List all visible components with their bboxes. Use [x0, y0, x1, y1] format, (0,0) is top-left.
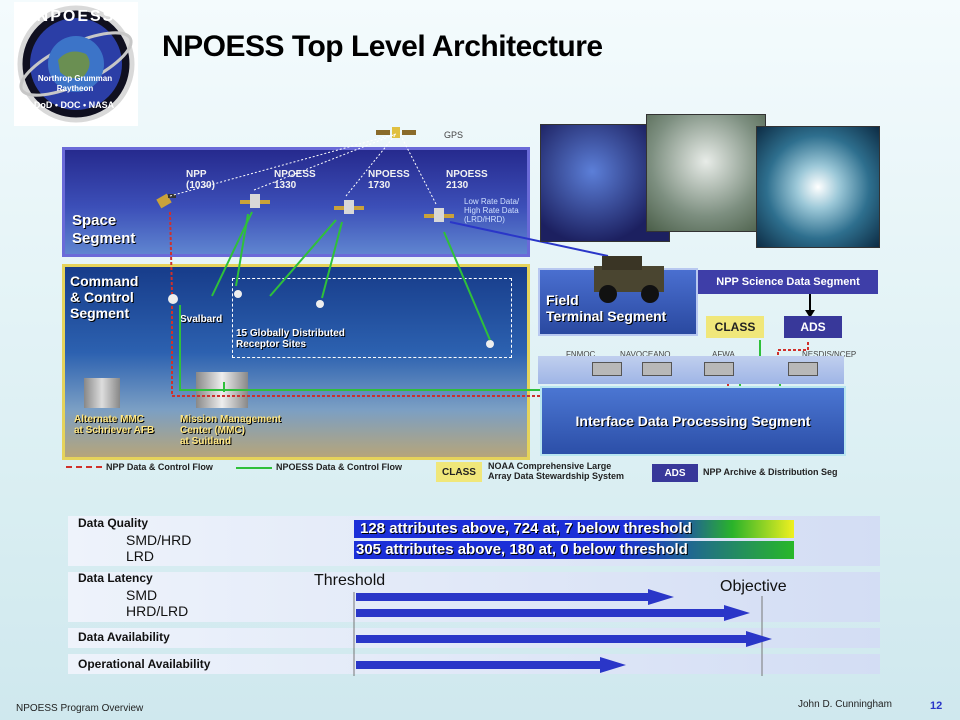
- page-number: 12: [930, 700, 943, 712]
- footer-author: John D. Cunningham: [798, 699, 892, 710]
- metric-arrows: [353, 589, 772, 676]
- footer-program: NPOESS Program Overview: [16, 703, 144, 714]
